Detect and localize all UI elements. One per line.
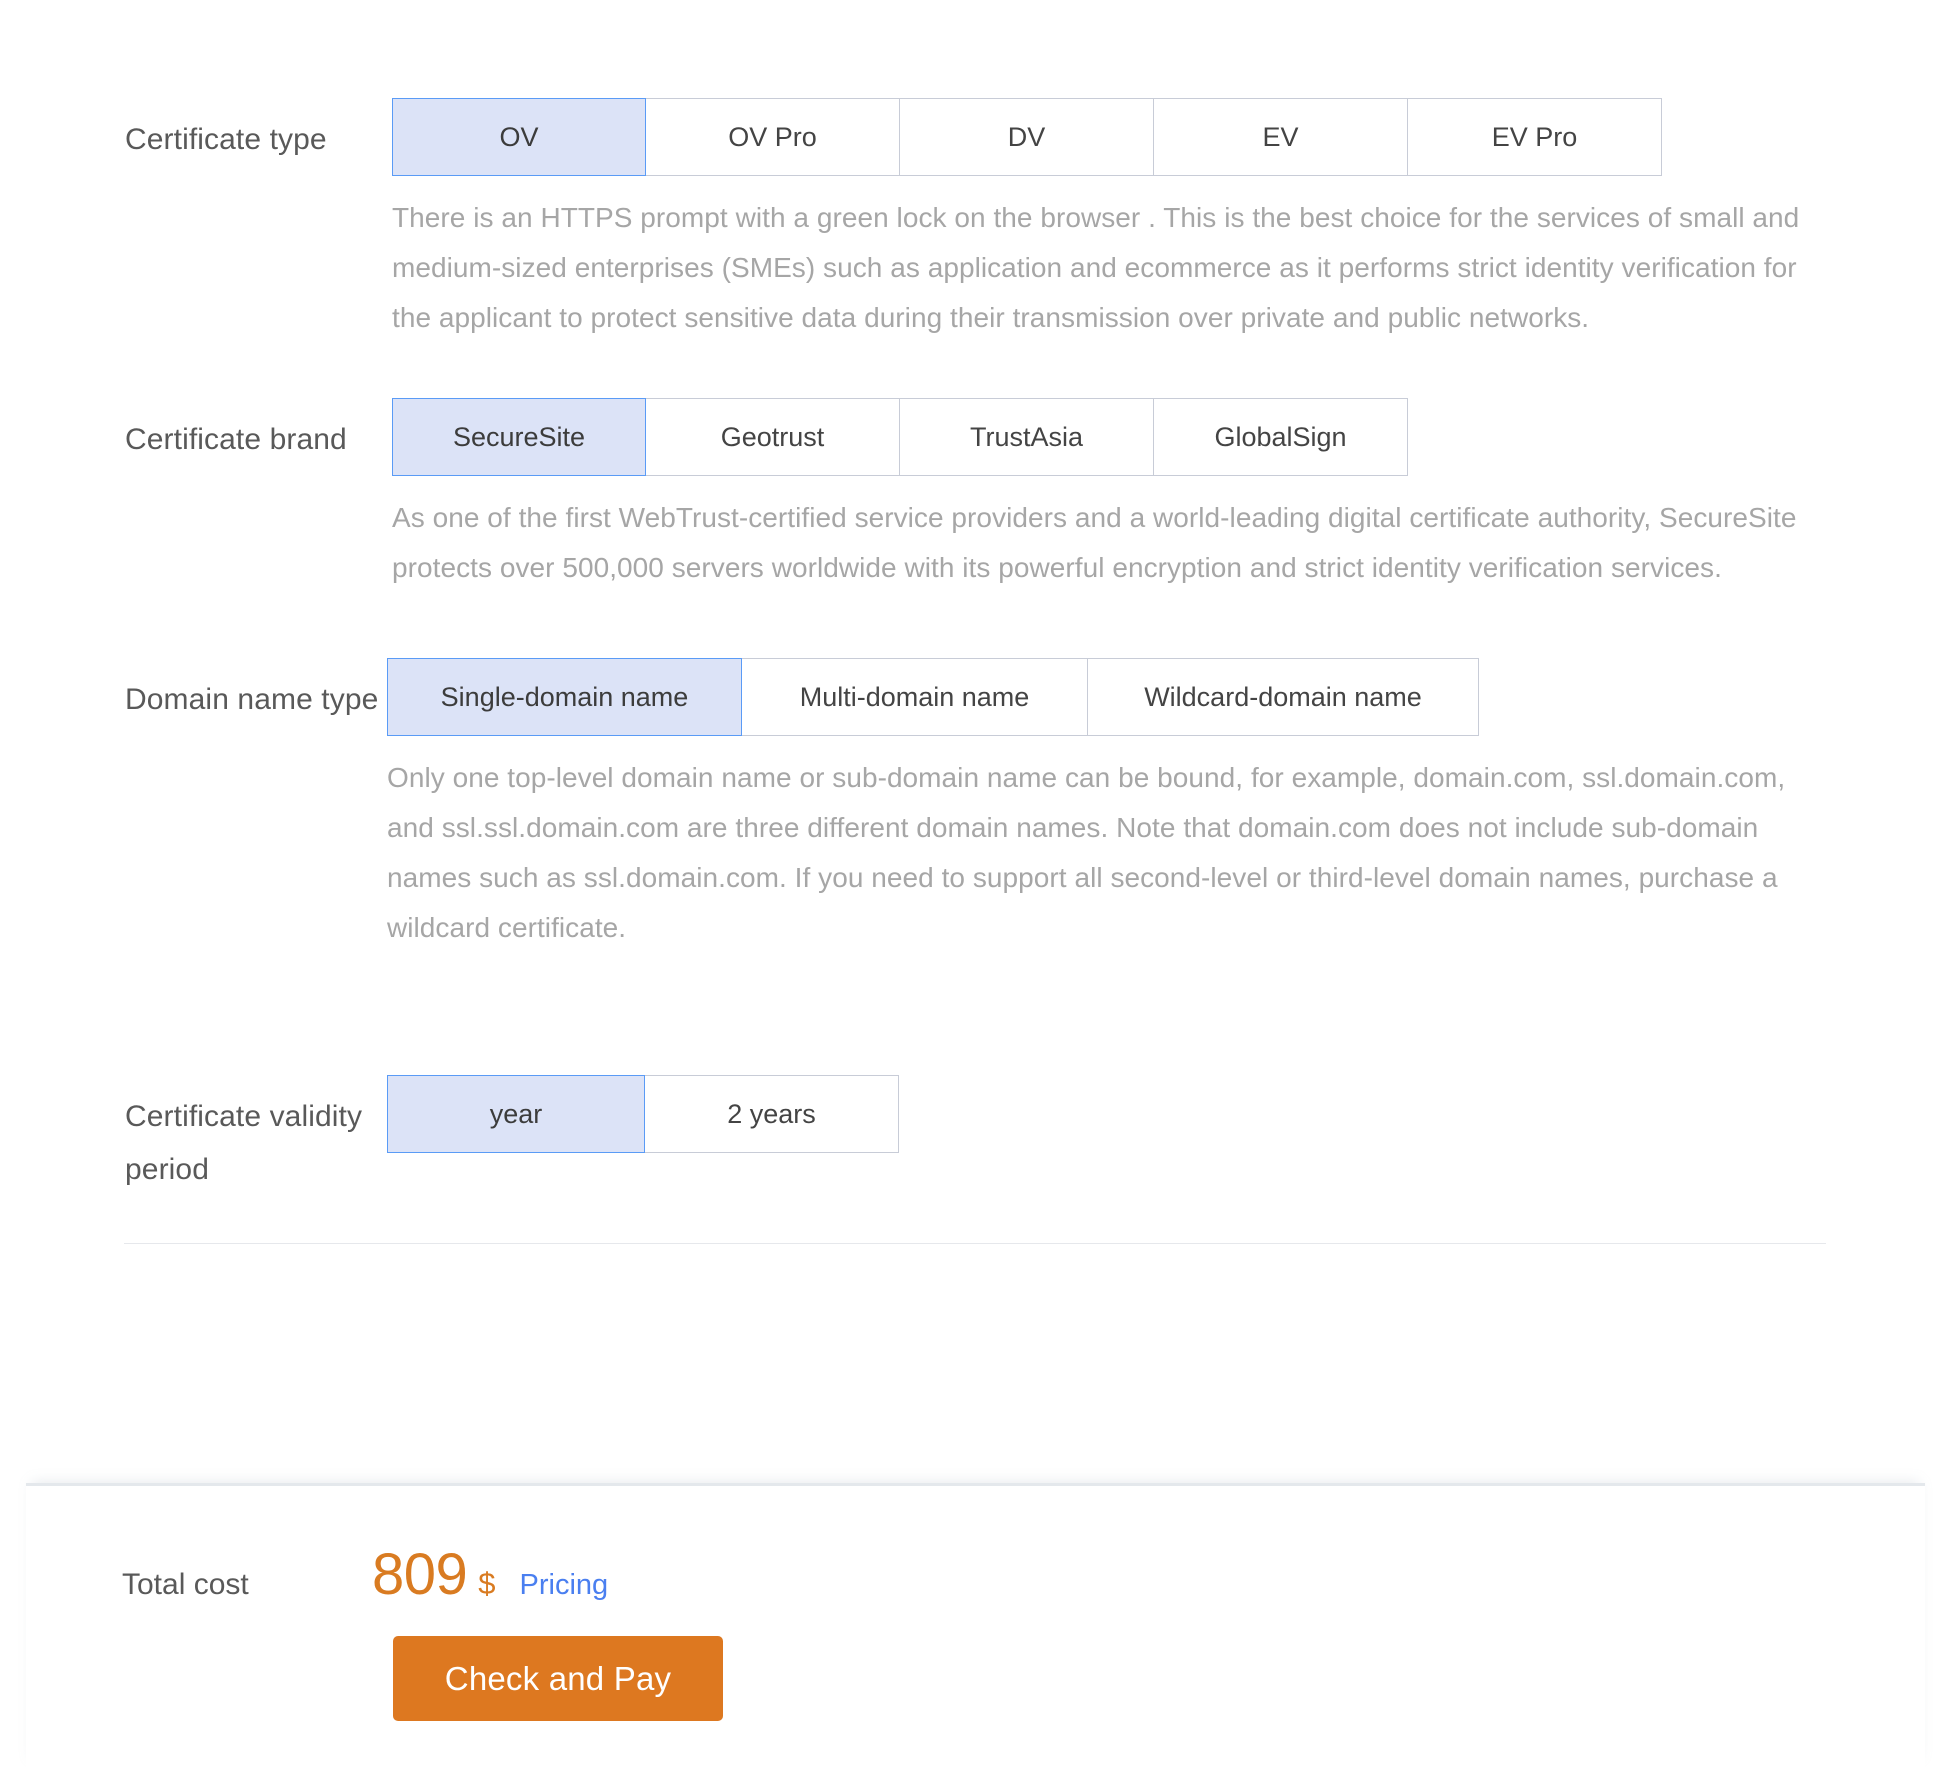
certificate-type-option-ov-pro[interactable]: OV Pro [646, 98, 900, 176]
certificate-brand-body: SecureSite Geotrust TrustAsia GlobalSign… [392, 398, 1822, 593]
certificate-purchase-form: Certificate type OV OV Pro DV EV EV Pro … [0, 0, 1947, 1771]
validity-period-row: Certificate validity period year 2 years [122, 1075, 1822, 1196]
certificate-type-option-dv[interactable]: DV [900, 98, 1154, 176]
certificate-type-row: Certificate type OV OV Pro DV EV EV Pro … [122, 98, 1822, 343]
certificate-type-body: OV OV Pro DV EV EV Pro There is an HTTPS… [392, 98, 1822, 343]
certificate-type-option-ov[interactable]: OV [392, 98, 646, 176]
certificate-brand-option-trustasia[interactable]: TrustAsia [900, 398, 1154, 476]
certificate-brand-option-geotrust[interactable]: Geotrust [646, 398, 900, 476]
domain-name-type-option-single[interactable]: Single-domain name [387, 658, 742, 736]
certificate-type-option-ev-pro[interactable]: EV Pro [1408, 98, 1662, 176]
total-cost-row: Total cost 809 $ Pricing [122, 1546, 608, 1604]
validity-period-label: Certificate validity period [125, 1100, 363, 1186]
domain-name-type-row: Domain name type Single-domain name Mult… [122, 658, 1822, 953]
certificate-brand-options: SecureSite Geotrust TrustAsia GlobalSign [392, 398, 1408, 476]
total-cost-label: Total cost [122, 1568, 249, 1601]
domain-name-type-options: Single-domain name Multi-domain name Wil… [387, 658, 1479, 736]
pricing-link[interactable]: Pricing [520, 1569, 609, 1602]
domain-name-type-option-wildcard[interactable]: Wildcard-domain name [1088, 658, 1479, 736]
footer-bar: Total cost 809 $ Pricing Check and Pay [26, 1483, 1925, 1771]
certificate-type-option-ev[interactable]: EV [1154, 98, 1408, 176]
domain-name-type-option-multi[interactable]: Multi-domain name [742, 658, 1088, 736]
certificate-type-description: There is an HTTPS prompt with a green lo… [392, 202, 1800, 333]
certificate-brand-row: Certificate brand SecureSite Geotrust Tr… [122, 398, 1822, 593]
domain-name-type-label: Domain name type [125, 683, 379, 716]
certificate-type-label: Certificate type [125, 123, 327, 156]
certificate-brand-option-securesite[interactable]: SecureSite [392, 398, 646, 476]
domain-name-type-body: Single-domain name Multi-domain name Wil… [387, 658, 1822, 953]
certificate-type-options: OV OV Pro DV EV EV Pro [392, 98, 1662, 176]
certificate-brand-description: As one of the first WebTrust-certified s… [392, 502, 1797, 583]
validity-period-option-2-years[interactable]: 2 years [645, 1075, 899, 1153]
certificate-brand-option-globalsign[interactable]: GlobalSign [1154, 398, 1408, 476]
section-divider [124, 1243, 1826, 1244]
validity-period-body: year 2 years [387, 1075, 1822, 1153]
certificate-brand-label: Certificate brand [125, 423, 347, 456]
check-and-pay-button[interactable]: Check and Pay [393, 1636, 723, 1721]
domain-name-type-description: Only one top-level domain name or sub-do… [387, 762, 1786, 943]
validity-period-option-year[interactable]: year [387, 1075, 645, 1153]
validity-period-options: year 2 years [387, 1075, 899, 1153]
total-cost-value: 809 [372, 1542, 468, 1607]
currency-symbol: $ [478, 1566, 496, 1601]
